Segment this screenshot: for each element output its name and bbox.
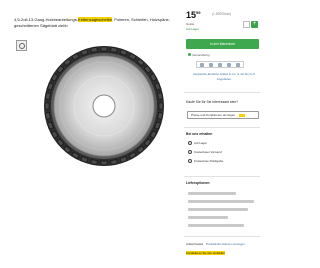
pickup-item-label: Kostenloser Versand [194, 150, 222, 154]
compare-title: Kaufe Sie für Sie interessant sein? [186, 100, 239, 104]
mail-icon[interactable] [208, 62, 213, 67]
pinterest-icon[interactable] [236, 62, 241, 67]
pickup-item-label: Auf Lager [194, 141, 208, 145]
product-title: 4,5-Zoll-13-Gang-Holzbearbeitungs-Ketten… [14, 17, 174, 29]
compare-button-label: Preise und Konditionen anzeigen [191, 113, 236, 117]
share-bar[interactable] [196, 61, 244, 68]
store-icon [188, 141, 192, 145]
contact-seller-link[interactable]: Kontaktieren Sie den Verkäufer [186, 251, 225, 255]
title-part-1: 4,5-Zoll-13-Gang-Holzbearbeitungs- [14, 17, 79, 22]
pickup-title: Bei uns erhalten [186, 132, 213, 136]
check-icon [188, 53, 191, 56]
placeholder-text-line [188, 200, 254, 203]
title-highlight: Kettenzagescheibe [78, 17, 113, 22]
quantity-select[interactable] [243, 21, 250, 28]
price-cents: 99 [196, 10, 201, 15]
chain-disc-image [44, 46, 164, 166]
twitter-icon[interactable] [227, 62, 232, 67]
truck-icon [188, 150, 192, 154]
divider [184, 127, 260, 128]
shipping-hint-text: Versandfertig [192, 53, 210, 57]
footer-details: Artikel Details Produktinformationen anz… [186, 242, 245, 246]
placeholder-text-line [188, 208, 248, 211]
stock-status: Auf Lager [186, 27, 200, 31]
pickup-item-label: Kostenlose Rückgabe [194, 159, 224, 163]
compare-button[interactable]: Preise und Konditionen anzeigen [187, 111, 259, 119]
price-euros: 15 [186, 10, 197, 20]
pickup-item[interactable]: Kostenloser Versand [188, 150, 222, 154]
product-image[interactable] [34, 40, 174, 168]
divider [184, 92, 260, 93]
footer-contact[interactable]: Kontaktieren Sie den Verkäufer [186, 251, 225, 255]
more-offers-link[interactable]: Vergleiche ähnliche Artikel & Co. & mit … [188, 72, 260, 81]
arrow-icon [238, 113, 245, 117]
footer-details-link[interactable]: Produktinformationen anzeigen [206, 242, 245, 246]
placeholder-text-line [188, 192, 236, 195]
thumbnail-image[interactable] [16, 40, 27, 51]
divider [184, 236, 260, 237]
facebook-icon[interactable] [217, 62, 222, 67]
pickup-item[interactable]: Auf Lager [188, 141, 207, 145]
return-icon [188, 159, 192, 163]
share-icon[interactable] [199, 62, 204, 67]
placeholder-text-line [188, 216, 228, 219]
divider [184, 176, 260, 177]
add-to-cart-button[interactable]: In den Warenkorb [186, 39, 259, 49]
shipping-hint: Versandfertig [188, 53, 210, 57]
placeholder-text-line [188, 224, 244, 227]
thumbnail-disc-icon [18, 42, 25, 49]
plus-icon[interactable]: + [251, 21, 258, 28]
delivery-info: Gratis [186, 22, 195, 26]
price: 1599 [186, 10, 200, 20]
details-title: Lieferoptionen [186, 181, 210, 185]
footer-details-label: Artikel Details [186, 242, 204, 246]
pickup-item[interactable]: Kostenlose Rückgabe [188, 159, 223, 163]
price-unit: (1,50€/Stück) [212, 12, 231, 16]
